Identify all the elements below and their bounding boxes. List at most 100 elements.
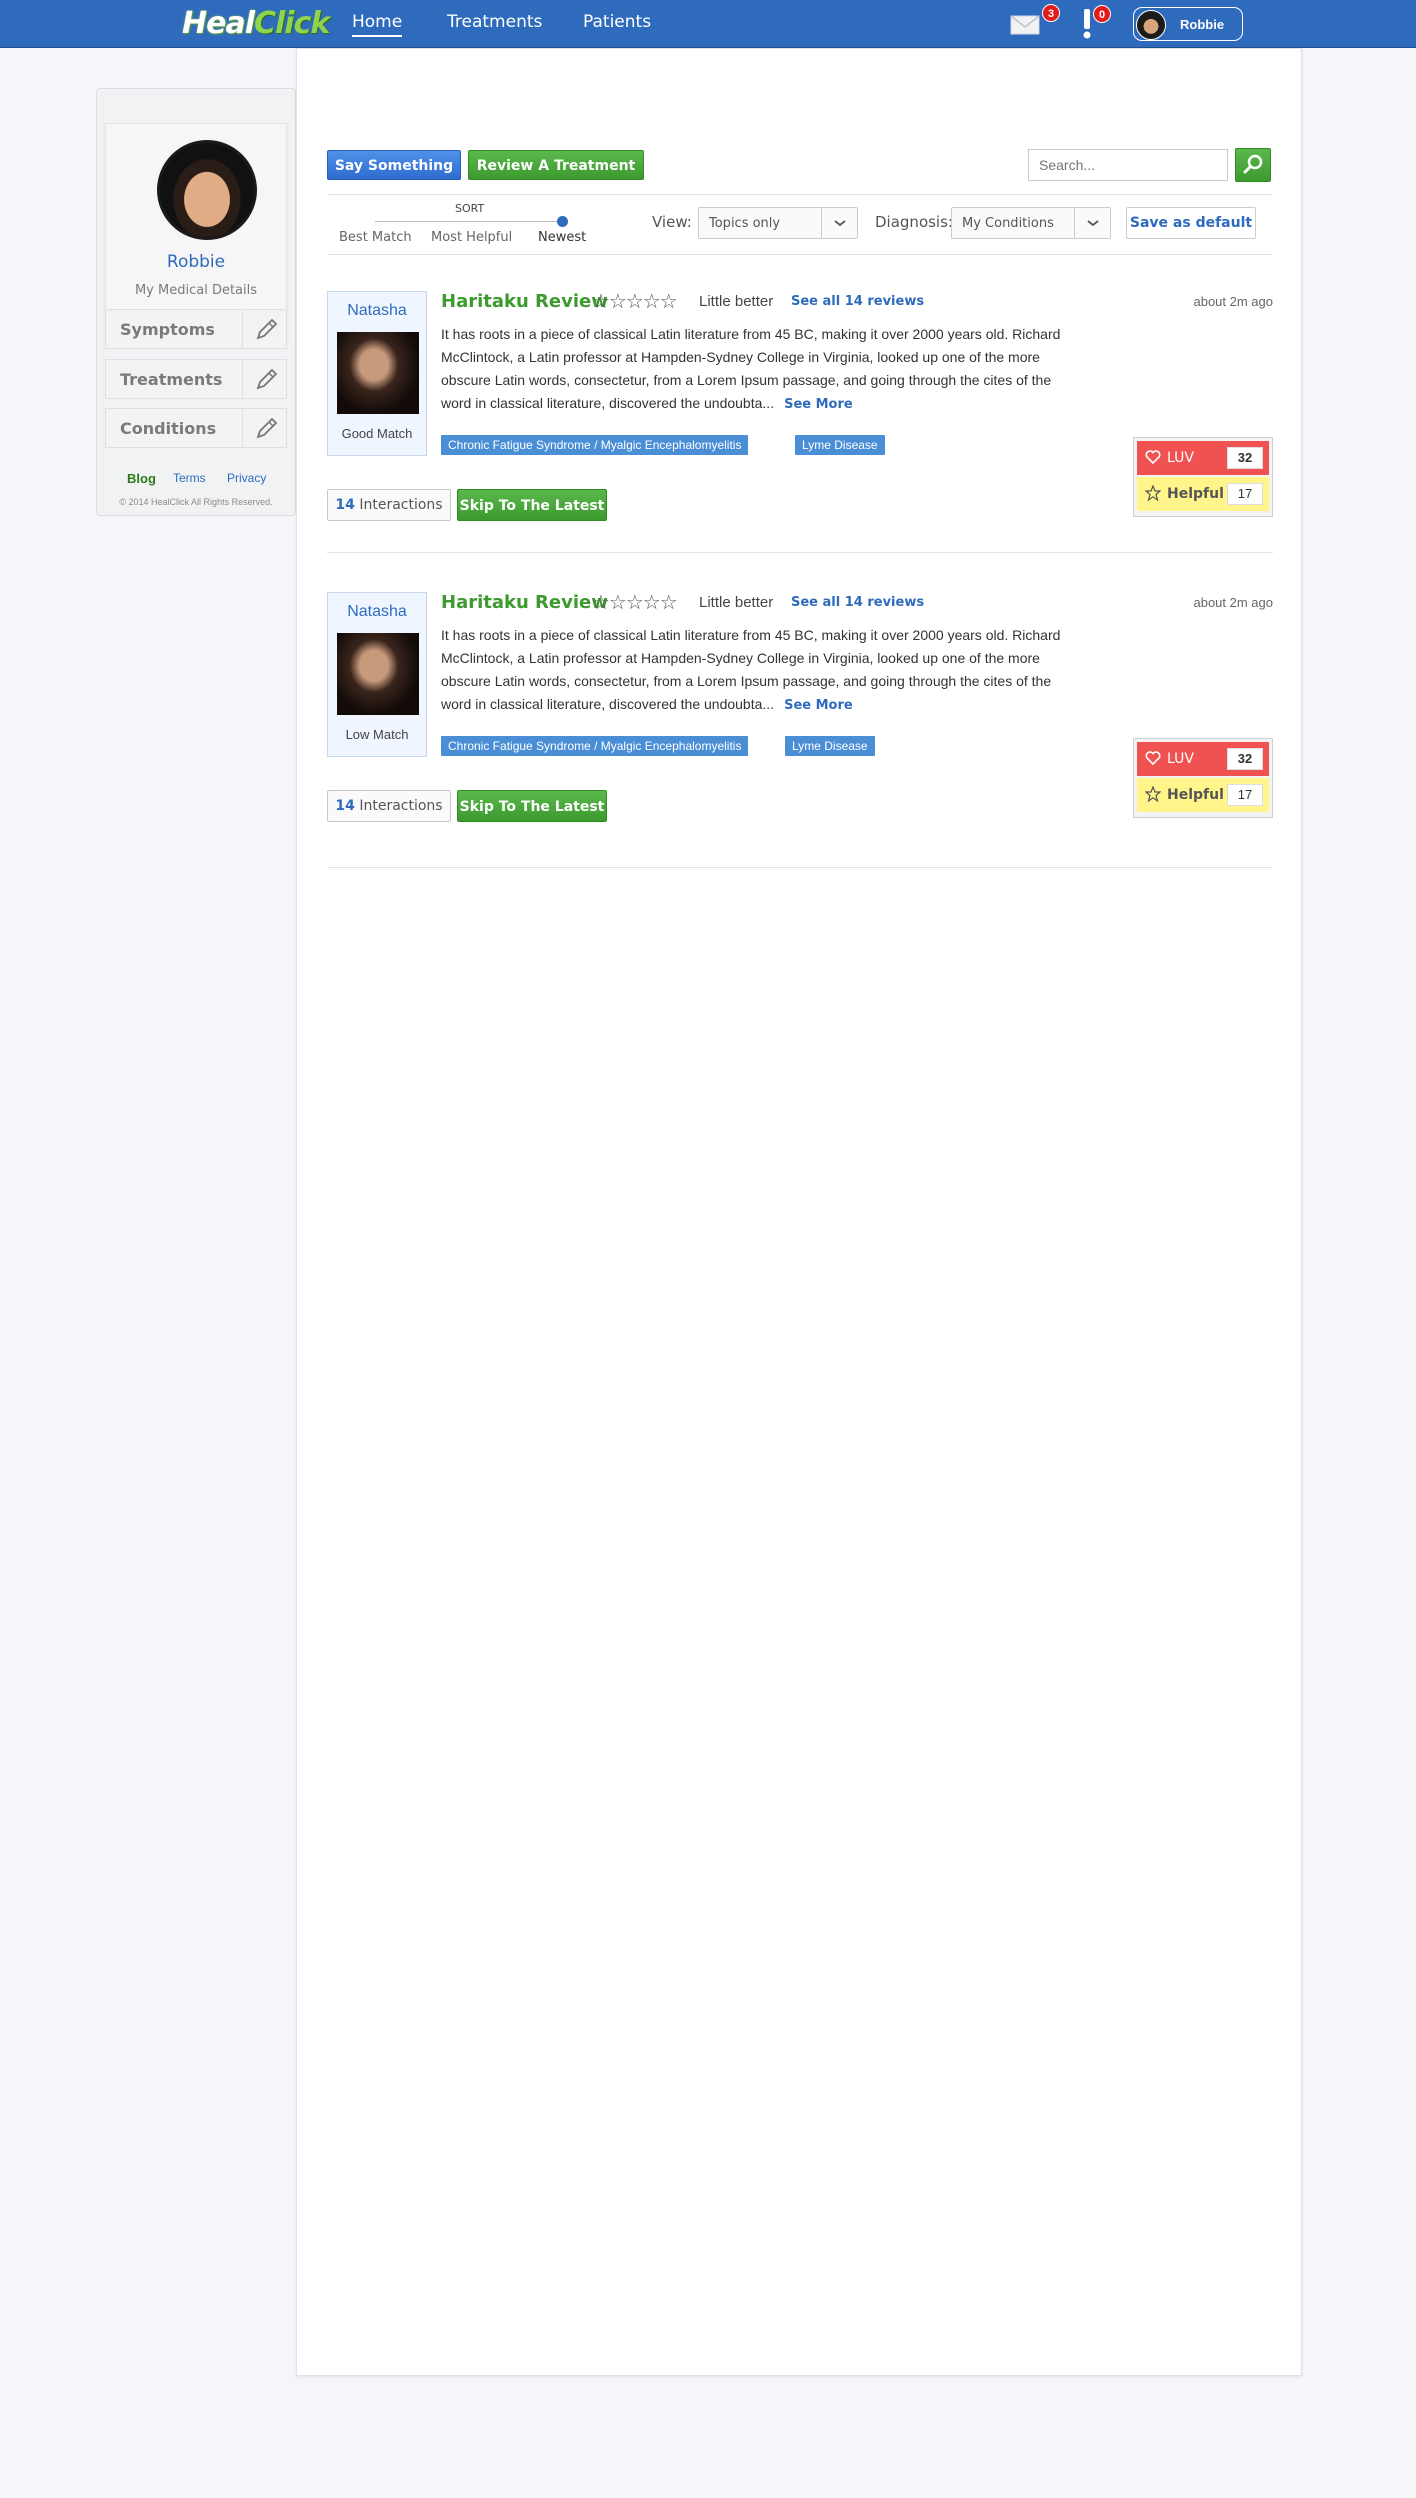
post-card: Natasha Low Match Haritaku Review ☆☆☆☆☆ … <box>327 592 1273 872</box>
search-button[interactable] <box>1235 148 1271 182</box>
sidebar-item-treatments[interactable]: Treatments <box>105 359 287 399</box>
post-body-text: It has roots in a piece of classical Lat… <box>441 627 1061 712</box>
nav-patients[interactable]: Patients <box>583 12 651 32</box>
copyright: © 2014 HealClick All Rights Reserved. <box>119 497 273 507</box>
review-title[interactable]: Haritaku Review <box>441 291 608 312</box>
review-title[interactable]: Haritaku Review <box>441 592 608 613</box>
post-timestamp: about 2m ago <box>1193 294 1273 309</box>
interactions-count: 14 <box>335 497 355 513</box>
alerts-button[interactable]: 0 <box>1080 5 1111 45</box>
terms-link[interactable]: Terms <box>173 471 206 485</box>
edit-conditions-button[interactable] <box>242 409 286 447</box>
rating-word: Little better <box>699 594 774 611</box>
sidebar-item-symptoms[interactable]: Symptoms <box>105 309 287 349</box>
divider <box>327 552 1273 553</box>
post-body: It has roots in a piece of classical Lat… <box>441 323 1081 416</box>
author-card[interactable]: Natasha Low Match <box>327 592 427 757</box>
main-feed: Say Something Review A Treatment SORT Be… <box>296 48 1302 2376</box>
edit-symptoms-button[interactable] <box>242 310 286 348</box>
top-navbar: HealClick Home Treatments Patients 3 0 R… <box>0 0 1416 48</box>
luv-button[interactable]: LUV 32 <box>1137 441 1269 475</box>
star-icon <box>1145 786 1161 802</box>
sidebar-item-label: Treatments <box>120 370 223 389</box>
sort-best-match[interactable]: Best Match <box>339 230 412 245</box>
luv-label: LUV <box>1167 751 1194 767</box>
exclamation-icon <box>1083 9 1091 39</box>
condition-tag[interactable]: Lyme Disease <box>795 435 885 455</box>
divider <box>327 254 1273 255</box>
sort-most-helpful[interactable]: Most Helpful <box>431 230 512 245</box>
medical-details-title: My Medical Details <box>134 283 258 298</box>
interactions-button[interactable]: 14 Interactions <box>327 790 451 822</box>
search-icon <box>1243 154 1263 174</box>
save-as-default-button[interactable]: Save as default <box>1126 207 1256 239</box>
diagnosis-select[interactable]: My Conditions <box>951 207 1111 239</box>
sidebar-item-label: Conditions <box>120 419 217 438</box>
user-menu[interactable]: Robbie <box>1133 7 1243 41</box>
edit-treatments-button[interactable] <box>242 360 286 398</box>
interactions-button[interactable]: 14 Interactions <box>327 489 451 521</box>
star-rating: ☆☆☆☆☆ <box>592 592 678 614</box>
sort-slider-track[interactable] <box>375 221 565 222</box>
sort-slider-handle[interactable] <box>557 216 568 227</box>
sidebar-item-conditions[interactable]: Conditions <box>105 408 287 448</box>
helpful-label: Helpful <box>1167 486 1224 502</box>
post-card: Natasha Good Match Haritaku Review ☆☆☆☆☆… <box>327 291 1273 571</box>
search-input[interactable] <box>1028 149 1228 181</box>
post-timestamp: about 2m ago <box>1193 595 1273 610</box>
heart-icon <box>1145 450 1161 465</box>
messages-button[interactable]: 3 <box>1010 4 1060 41</box>
see-more-link[interactable]: See More <box>784 397 853 412</box>
avatar <box>1136 10 1166 40</box>
see-all-reviews-link[interactable]: See all 14 reviews <box>791 294 924 309</box>
diagnosis-label: Diagnosis: <box>875 213 953 231</box>
condition-tag[interactable]: Chronic Fatigue Syndrome / Myalgic Encep… <box>441 736 749 756</box>
interactions-label: Interactions <box>359 798 443 814</box>
diagnosis-select-value: My Conditions <box>962 216 1054 231</box>
luv-label: LUV <box>1167 450 1194 466</box>
pencil-icon <box>256 368 278 390</box>
author-card[interactable]: Natasha Good Match <box>327 291 427 456</box>
helpful-count: 17 <box>1227 784 1263 806</box>
condition-tag[interactable]: Lyme Disease <box>785 736 875 756</box>
nav-treatments[interactable]: Treatments <box>447 12 542 32</box>
pencil-icon <box>256 318 278 340</box>
match-level: Low Match <box>345 727 409 742</box>
sort-title: SORT <box>455 202 485 215</box>
profile-name[interactable]: Robbie <box>106 252 286 272</box>
author-photo <box>337 332 419 414</box>
helpful-label: Helpful <box>1167 787 1224 803</box>
skip-to-latest-button[interactable]: Skip To The Latest <box>457 489 607 521</box>
match-level: Good Match <box>341 426 413 441</box>
author-photo <box>337 633 419 715</box>
heart-icon <box>1145 751 1161 766</box>
review-treatment-button[interactable]: Review A Treatment <box>468 150 644 180</box>
blog-link[interactable]: Blog <box>127 471 156 486</box>
say-something-button[interactable]: Say Something <box>327 150 461 180</box>
view-select-value: Topics only <box>709 216 781 231</box>
sidebar-item-label: Symptoms <box>120 320 215 339</box>
condition-tag[interactable]: Chronic Fatigue Syndrome / Myalgic Encep… <box>441 435 749 455</box>
star-rating: ☆☆☆☆☆ <box>592 291 678 313</box>
see-more-link[interactable]: See More <box>784 698 853 713</box>
vote-box: LUV 32 Helpful 17 <box>1133 437 1273 517</box>
privacy-link[interactable]: Privacy <box>227 471 266 485</box>
post-body: It has roots in a piece of classical Lat… <box>441 624 1081 717</box>
see-all-reviews-link[interactable]: See all 14 reviews <box>791 595 924 610</box>
skip-to-latest-button[interactable]: Skip To The Latest <box>457 790 607 822</box>
vote-box: LUV 32 Helpful 17 <box>1133 738 1273 818</box>
alerts-badge: 0 <box>1093 5 1111 23</box>
messages-badge: 3 <box>1042 4 1060 22</box>
author-name[interactable]: Natasha <box>328 302 426 320</box>
chevron-down-icon <box>1074 208 1110 238</box>
divider <box>327 867 1273 868</box>
helpful-button[interactable]: Helpful 17 <box>1137 477 1269 511</box>
view-select[interactable]: Topics only <box>698 207 858 239</box>
nav-home[interactable]: Home <box>352 12 403 37</box>
pencil-icon <box>256 417 278 439</box>
healclick-logo[interactable]: HealClick <box>182 6 330 42</box>
sort-newest[interactable]: Newest <box>538 230 586 245</box>
luv-button[interactable]: LUV 32 <box>1137 742 1269 776</box>
helpful-button[interactable]: Helpful 17 <box>1137 778 1269 812</box>
author-name[interactable]: Natasha <box>328 603 426 621</box>
